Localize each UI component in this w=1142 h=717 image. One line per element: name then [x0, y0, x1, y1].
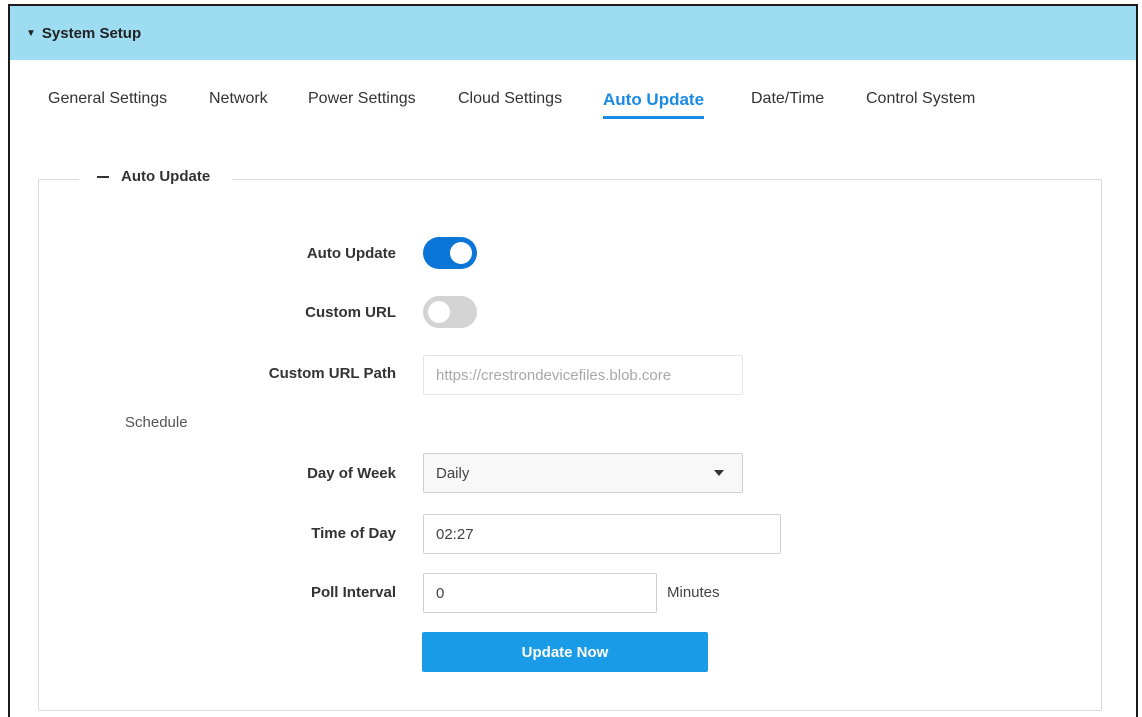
schedule-label: Schedule — [125, 414, 188, 431]
time-of-day-input[interactable]: 02:27 — [423, 514, 781, 554]
tab-date-time[interactable]: Date/Time — [751, 90, 824, 114]
section-header[interactable]: ▼ System Setup — [10, 6, 1136, 60]
poll-interval-input[interactable]: 0 — [423, 573, 657, 613]
day-of-week-label: Day of Week — [307, 465, 396, 482]
panel-legend[interactable]: Auto Update — [79, 168, 233, 185]
chevron-down-icon — [714, 470, 724, 476]
tab-general-settings[interactable]: General Settings — [48, 90, 167, 114]
day-of-week-select[interactable]: Daily — [423, 453, 743, 493]
tab-bar: General Settings Network Power Settings … — [10, 90, 1136, 130]
tab-control-system[interactable]: Control System — [866, 90, 975, 114]
caret-down-icon: ▼ — [26, 27, 36, 39]
auto-update-panel: Auto Update Auto Update Custom URL Custo… — [38, 168, 1102, 711]
toggle-knob — [450, 242, 472, 264]
tab-power-settings[interactable]: Power Settings — [308, 90, 416, 114]
auto-update-label: Auto Update — [306, 245, 396, 262]
update-now-button[interactable]: Update Now — [422, 632, 708, 672]
time-of-day-label: Time of Day — [311, 525, 396, 542]
custom-url-path-label: Custom URL Path — [268, 365, 396, 382]
tab-cloud-settings[interactable]: Cloud Settings — [458, 90, 562, 114]
custom-url-path-input[interactable]: https://crestrondevicefiles.blob.core — [423, 355, 743, 395]
poll-interval-label: Poll Interval — [310, 584, 396, 601]
section-title: System Setup — [41, 24, 142, 42]
custom-url-toggle[interactable] — [423, 296, 477, 328]
tab-auto-update[interactable]: Auto Update — [603, 90, 705, 119]
day-of-week-value: Daily — [436, 464, 470, 482]
tab-network[interactable]: Network — [209, 90, 268, 114]
custom-url-label: Custom URL — [305, 304, 396, 321]
toggle-knob — [428, 301, 450, 323]
window-frame: ▼ System Setup General Settings Network … — [8, 4, 1138, 717]
panel-legend-label: Auto Update — [121, 168, 211, 185]
poll-interval-unit: Minutes — [667, 584, 720, 601]
auto-update-toggle[interactable] — [423, 237, 477, 269]
collapse-minus-icon — [97, 175, 109, 178]
